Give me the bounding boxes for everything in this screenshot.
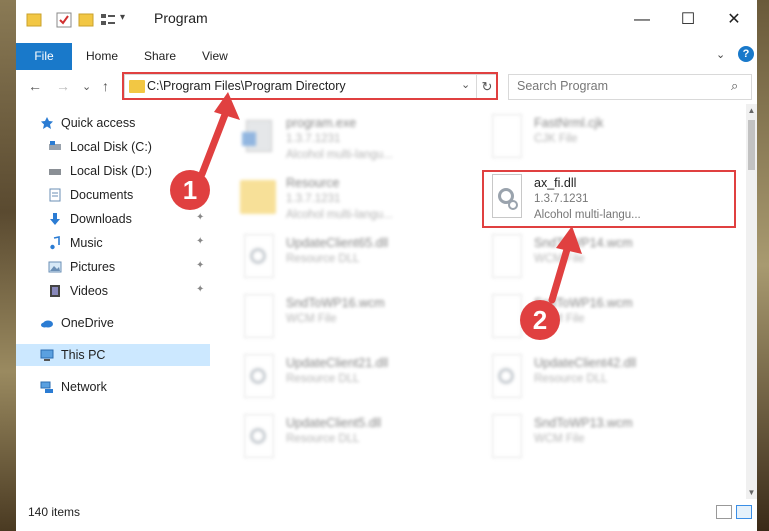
desktop-background-left	[0, 0, 16, 531]
explorer-window: ▾ Program — ☐ ✕ File Home Share View ⌄ ?…	[16, 0, 757, 531]
desktop-background-right	[757, 0, 769, 531]
annotation-badge-1: 1	[170, 170, 210, 210]
annotation-badge-2: 2	[520, 300, 560, 340]
annotation-arrows	[198, 92, 582, 304]
